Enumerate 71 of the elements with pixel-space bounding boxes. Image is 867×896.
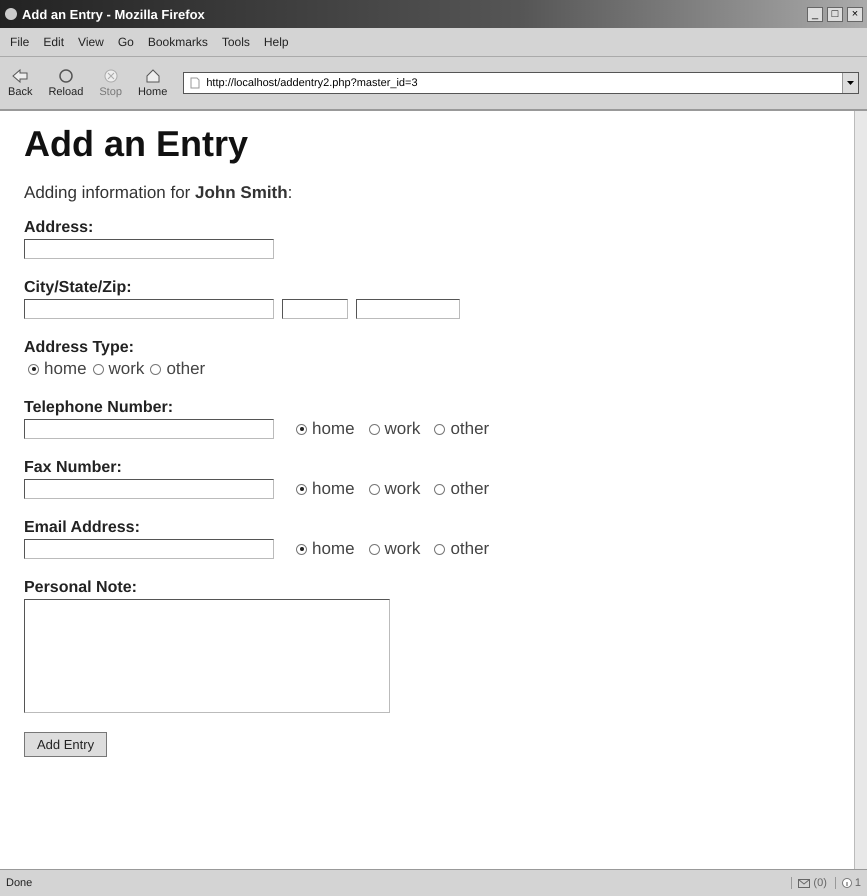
menu-item[interactable]: Help (264, 35, 289, 49)
add-entry-button[interactable]: Add Entry (24, 732, 108, 757)
url-text: http://localhost/addentry2.php?master_id=3 (206, 77, 418, 89)
mail-icon (798, 878, 810, 888)
field-label: Personal Note: (24, 579, 138, 597)
window-title: Add an Entry - Mozilla Firefox (22, 6, 206, 22)
radio-button[interactable] (296, 484, 307, 494)
input-field[interactable] (24, 479, 274, 499)
status-text: Done (6, 877, 34, 889)
caret-icon (847, 81, 854, 85)
radio-button[interactable] (296, 424, 307, 434)
radio-label: other (166, 359, 206, 379)
input-field[interactable] (24, 539, 274, 559)
input-field[interactable] (356, 299, 460, 319)
info-count: 1 (854, 877, 861, 889)
menu-item[interactable]: Go (118, 35, 134, 49)
radio-button[interactable] (368, 424, 380, 434)
address-bar[interactable]: http://localhost/addentry2.php?master_id=3 (183, 72, 859, 94)
window-control[interactable]: × (847, 6, 863, 22)
radio-button[interactable] (434, 544, 446, 554)
radio-button[interactable] (296, 544, 307, 554)
intro-text: Adding information for John Smith: (24, 183, 294, 203)
field-label: City/State/Zip: (24, 279, 133, 297)
field-label: Email Address: (24, 519, 141, 537)
reload-icon (56, 68, 75, 84)
menu-item[interactable]: Edit (43, 35, 64, 49)
input-field[interactable] (24, 239, 274, 259)
radio-button[interactable] (368, 484, 380, 494)
radio-label: other (450, 479, 490, 499)
radio-label: other (450, 539, 490, 559)
window-control[interactable]: □ (827, 6, 843, 22)
radio-label: home (312, 479, 355, 499)
mail-count: (0) (813, 877, 827, 889)
radio-button[interactable] (368, 544, 380, 554)
input-field[interactable] (24, 299, 274, 319)
toolbar-button[interactable]: Home (138, 68, 168, 98)
radio-button[interactable] (150, 364, 162, 374)
field-label: Fax Number: (24, 459, 123, 477)
field-label: Address: (24, 219, 94, 237)
window-control[interactable]: _ (807, 6, 823, 22)
radio-button[interactable] (92, 364, 104, 374)
stop-icon (102, 68, 120, 84)
menu-item[interactable]: File (10, 35, 30, 49)
menu-item[interactable]: Tools (222, 35, 250, 49)
field-label: Address Type: (24, 339, 135, 357)
dropdown-button[interactable] (842, 73, 858, 93)
page-icon (190, 77, 200, 89)
radio-label: other (450, 419, 490, 439)
radio-label: home (312, 419, 355, 439)
home-icon (144, 68, 162, 84)
radio-label: home (44, 359, 87, 379)
info-icon (842, 878, 852, 888)
browser-logo-icon (4, 7, 18, 21)
menu-item[interactable]: Bookmarks (148, 35, 208, 49)
radio-label: work (384, 419, 420, 439)
toolbar-button[interactable]: Reload (48, 68, 84, 98)
radio-label: home (312, 539, 355, 559)
back-arrow-icon (11, 68, 30, 84)
toolbar-button[interactable]: Back (8, 68, 32, 98)
radio-label: work (108, 359, 144, 379)
menu-item[interactable]: View (78, 35, 104, 49)
scrollbar[interactable] (854, 111, 867, 869)
radio-button[interactable] (28, 364, 39, 374)
field-label: Telephone Number: (24, 399, 174, 417)
page-heading: Add an Entry (24, 123, 250, 165)
input-field[interactable] (24, 419, 274, 439)
radio-label: work (384, 539, 420, 559)
input-field[interactable] (282, 299, 348, 319)
radio-button[interactable] (434, 424, 446, 434)
radio-label: work (384, 479, 420, 499)
radio-button[interactable] (434, 484, 446, 494)
